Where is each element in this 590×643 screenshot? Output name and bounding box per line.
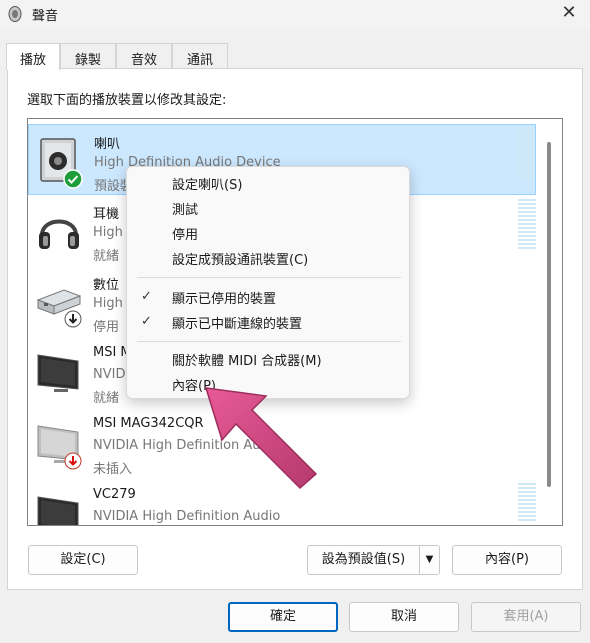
device-name: 耳機 [93, 207, 120, 222]
unplugged-arrow-icon [64, 452, 82, 470]
menu-separator [137, 341, 401, 342]
title-bar: 聲音 ✕ [0, 0, 590, 28]
device-driver: High [93, 225, 123, 240]
device-driver: NVIDIA High Definition Audio [93, 509, 281, 524]
checkmark-icon: ✓ [141, 289, 152, 304]
headphones-icon [39, 219, 79, 249]
scroll-thumb[interactable] [547, 142, 551, 487]
device-driver: High [93, 296, 123, 311]
chevron-down-icon[interactable]: ▼ [419, 546, 439, 574]
menu-item-disable[interactable]: 停用 [172, 224, 198, 243]
context-menu: 設定喇叭(S) 測試 停用 設定成預設通訊裝置(C) ✓ 顯示已停用的裝置 ✓ … [126, 166, 410, 399]
ok-button[interactable]: 確定 [228, 602, 338, 632]
close-button[interactable]: ✕ [558, 2, 580, 24]
tab-sounds[interactable]: 音效 [116, 43, 172, 69]
menu-item-show-disabled[interactable]: 顯示已停用的裝置 [172, 288, 276, 307]
tab-communications[interactable]: 通訊 [172, 43, 228, 69]
volume-meter [518, 199, 536, 253]
device-driver: NVID [93, 367, 126, 382]
device-status: 停用 [93, 320, 120, 335]
apply-button[interactable]: 套用(A) [471, 602, 581, 632]
volume-meter [518, 483, 536, 525]
tab-recording[interactable]: 錄製 [60, 43, 116, 69]
device-name: 數位 [93, 278, 120, 293]
menu-item-set-default-comm[interactable]: 設定成預設通訊裝置(C) [172, 249, 308, 268]
set-default-button[interactable]: 設為預設值(S) ▼ [307, 545, 440, 575]
menu-separator [137, 277, 401, 278]
default-check-icon [63, 169, 83, 189]
window-title: 聲音 [32, 9, 59, 24]
tab-playback[interactable]: 播放 [6, 43, 60, 70]
speaker-app-icon [8, 6, 22, 22]
device-status: 就緒 [93, 391, 120, 406]
menu-item-configure-speakers[interactable]: 設定喇叭(S) [172, 174, 242, 193]
cancel-button[interactable]: 取消 [349, 602, 459, 632]
disabled-arrow-icon [64, 310, 82, 328]
device-status: 就緒 [93, 249, 120, 264]
checkmark-icon: ✓ [141, 314, 152, 329]
configure-button[interactable]: 設定(C) [28, 545, 138, 575]
instruction-text: 選取下面的播放裝置以修改其設定: [27, 93, 227, 108]
menu-item-midi-synth[interactable]: 關於軟體 MIDI 合成器(M) [172, 350, 322, 369]
menu-item-test[interactable]: 測試 [172, 199, 198, 218]
device-status: 未插入 [93, 462, 133, 477]
set-default-label: 設為預設值(S) [321, 552, 406, 567]
monitor-icon [37, 354, 79, 392]
device-name: MSI MAG342CQR [93, 416, 204, 431]
volume-meter [517, 129, 535, 183]
device-name: 喇叭 [94, 137, 121, 152]
annotation-arrow-icon [204, 387, 318, 490]
menu-item-show-disconnected[interactable]: 顯示已中斷連線的裝置 [172, 313, 302, 332]
properties-button[interactable]: 內容(P) [452, 545, 562, 575]
device-list-scrollbar[interactable] [542, 122, 556, 524]
device-name: VC279 [93, 487, 136, 502]
monitor-icon [37, 496, 79, 525]
